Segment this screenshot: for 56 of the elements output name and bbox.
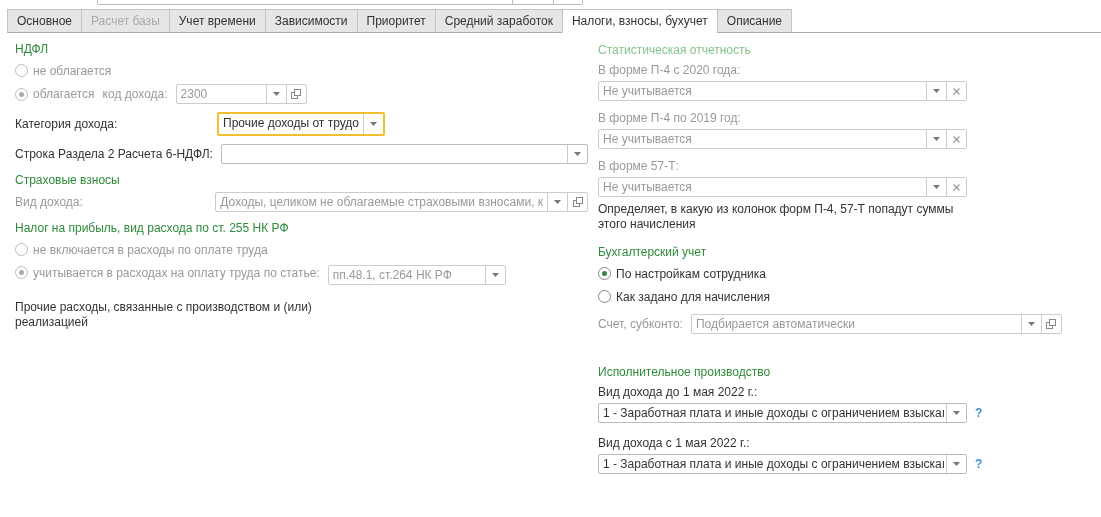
field-label: Категория дохода: <box>15 117 119 131</box>
section-title: Бухгалтерский учет <box>598 244 708 260</box>
radio-label: облагается <box>33 87 95 101</box>
dropdown-icon <box>953 462 960 466</box>
note-text: Определяет, в какую из колонок форм П-4, 57-Т попадут суммы этого начисления <box>598 202 955 232</box>
section-title: Статистическая отчетность <box>598 42 752 58</box>
income-category-field[interactable]: Прочие доходы от трудо <box>217 112 385 136</box>
field-label: Счет, субконто: <box>598 317 683 331</box>
field-label: В форме 57-Т: <box>598 158 680 174</box>
field-label: В форме П-4 по 2019 год: <box>598 110 742 126</box>
note-text: Прочие расходы, связанные с производством и (или) реализацией <box>15 300 313 330</box>
section-title: НДФЛ <box>15 41 50 57</box>
dropdown-icon <box>953 411 960 415</box>
field-label: В форме П-4 с 2020 года: <box>598 62 742 78</box>
field-label: код дохода: <box>102 87 168 101</box>
radio-label: По настройкам сотрудника <box>616 266 766 281</box>
dropdown-icon <box>1027 322 1035 326</box>
dropdown-icon <box>370 122 377 126</box>
field-label: Вид дохода до 1 мая 2022 г.: <box>598 384 759 400</box>
clear-icon <box>953 135 960 143</box>
radio-label: Как задано для начисления <box>616 289 771 304</box>
dropdown-icon <box>272 92 280 96</box>
section-title: Страховые взносы <box>15 172 121 188</box>
help-link[interactable]: ? <box>975 457 983 471</box>
radio-label: учитывается в расходах на оплату труда по статье: <box>33 265 320 280</box>
tab[interactable]: Основное <box>7 9 82 33</box>
help-link[interactable]: ? <box>975 406 983 420</box>
open-icon <box>291 89 302 99</box>
dropdown-icon <box>933 89 940 93</box>
clear-icon <box>953 183 960 191</box>
section-title: Налог на прибыль, вид расхода по ст. 255 НК РФ <box>15 220 290 236</box>
tab[interactable]: Средний заработок <box>434 9 563 33</box>
open-icon <box>572 197 583 207</box>
radio-button[interactable] <box>598 290 611 303</box>
tab[interactable]: Зависимости <box>264 9 358 33</box>
tab[interactable]: Приоритет <box>356 9 436 33</box>
dropdown-icon <box>574 152 581 156</box>
dropdown-icon <box>933 137 940 141</box>
income-type-field[interactable]: 1 - Заработная плата и иные доходы с ограничением взыскаı <box>598 454 967 474</box>
radio-label: не включается в расходы по оплате труда <box>33 242 268 257</box>
dropdown-icon <box>554 200 561 204</box>
field-label: Строка Раздела 2 Расчета 6-НДФЛ: <box>15 147 213 161</box>
field-label: Вид дохода: <box>15 195 84 209</box>
income-type-field[interactable]: 1 - Заработная плата и иные доходы с ограничением взыскаı <box>598 403 967 423</box>
section-title: Исполнительное производство <box>598 364 772 380</box>
radio-label: не облагается <box>33 63 112 78</box>
radio-button[interactable] <box>598 267 611 280</box>
dropdown-icon <box>491 272 499 277</box>
field-label: Вид дохода с 1 мая 2022 г.: <box>598 435 751 451</box>
report-line-field[interactable] <box>220 144 588 164</box>
tab[interactable]: Описание <box>716 9 793 33</box>
tab[interactable]: Учет времени <box>168 9 266 33</box>
tab[interactable]: Налоги, взносы, бухучет <box>561 9 718 33</box>
clear-icon <box>953 87 960 95</box>
open-icon <box>1046 319 1057 329</box>
dropdown-icon <box>933 185 940 189</box>
